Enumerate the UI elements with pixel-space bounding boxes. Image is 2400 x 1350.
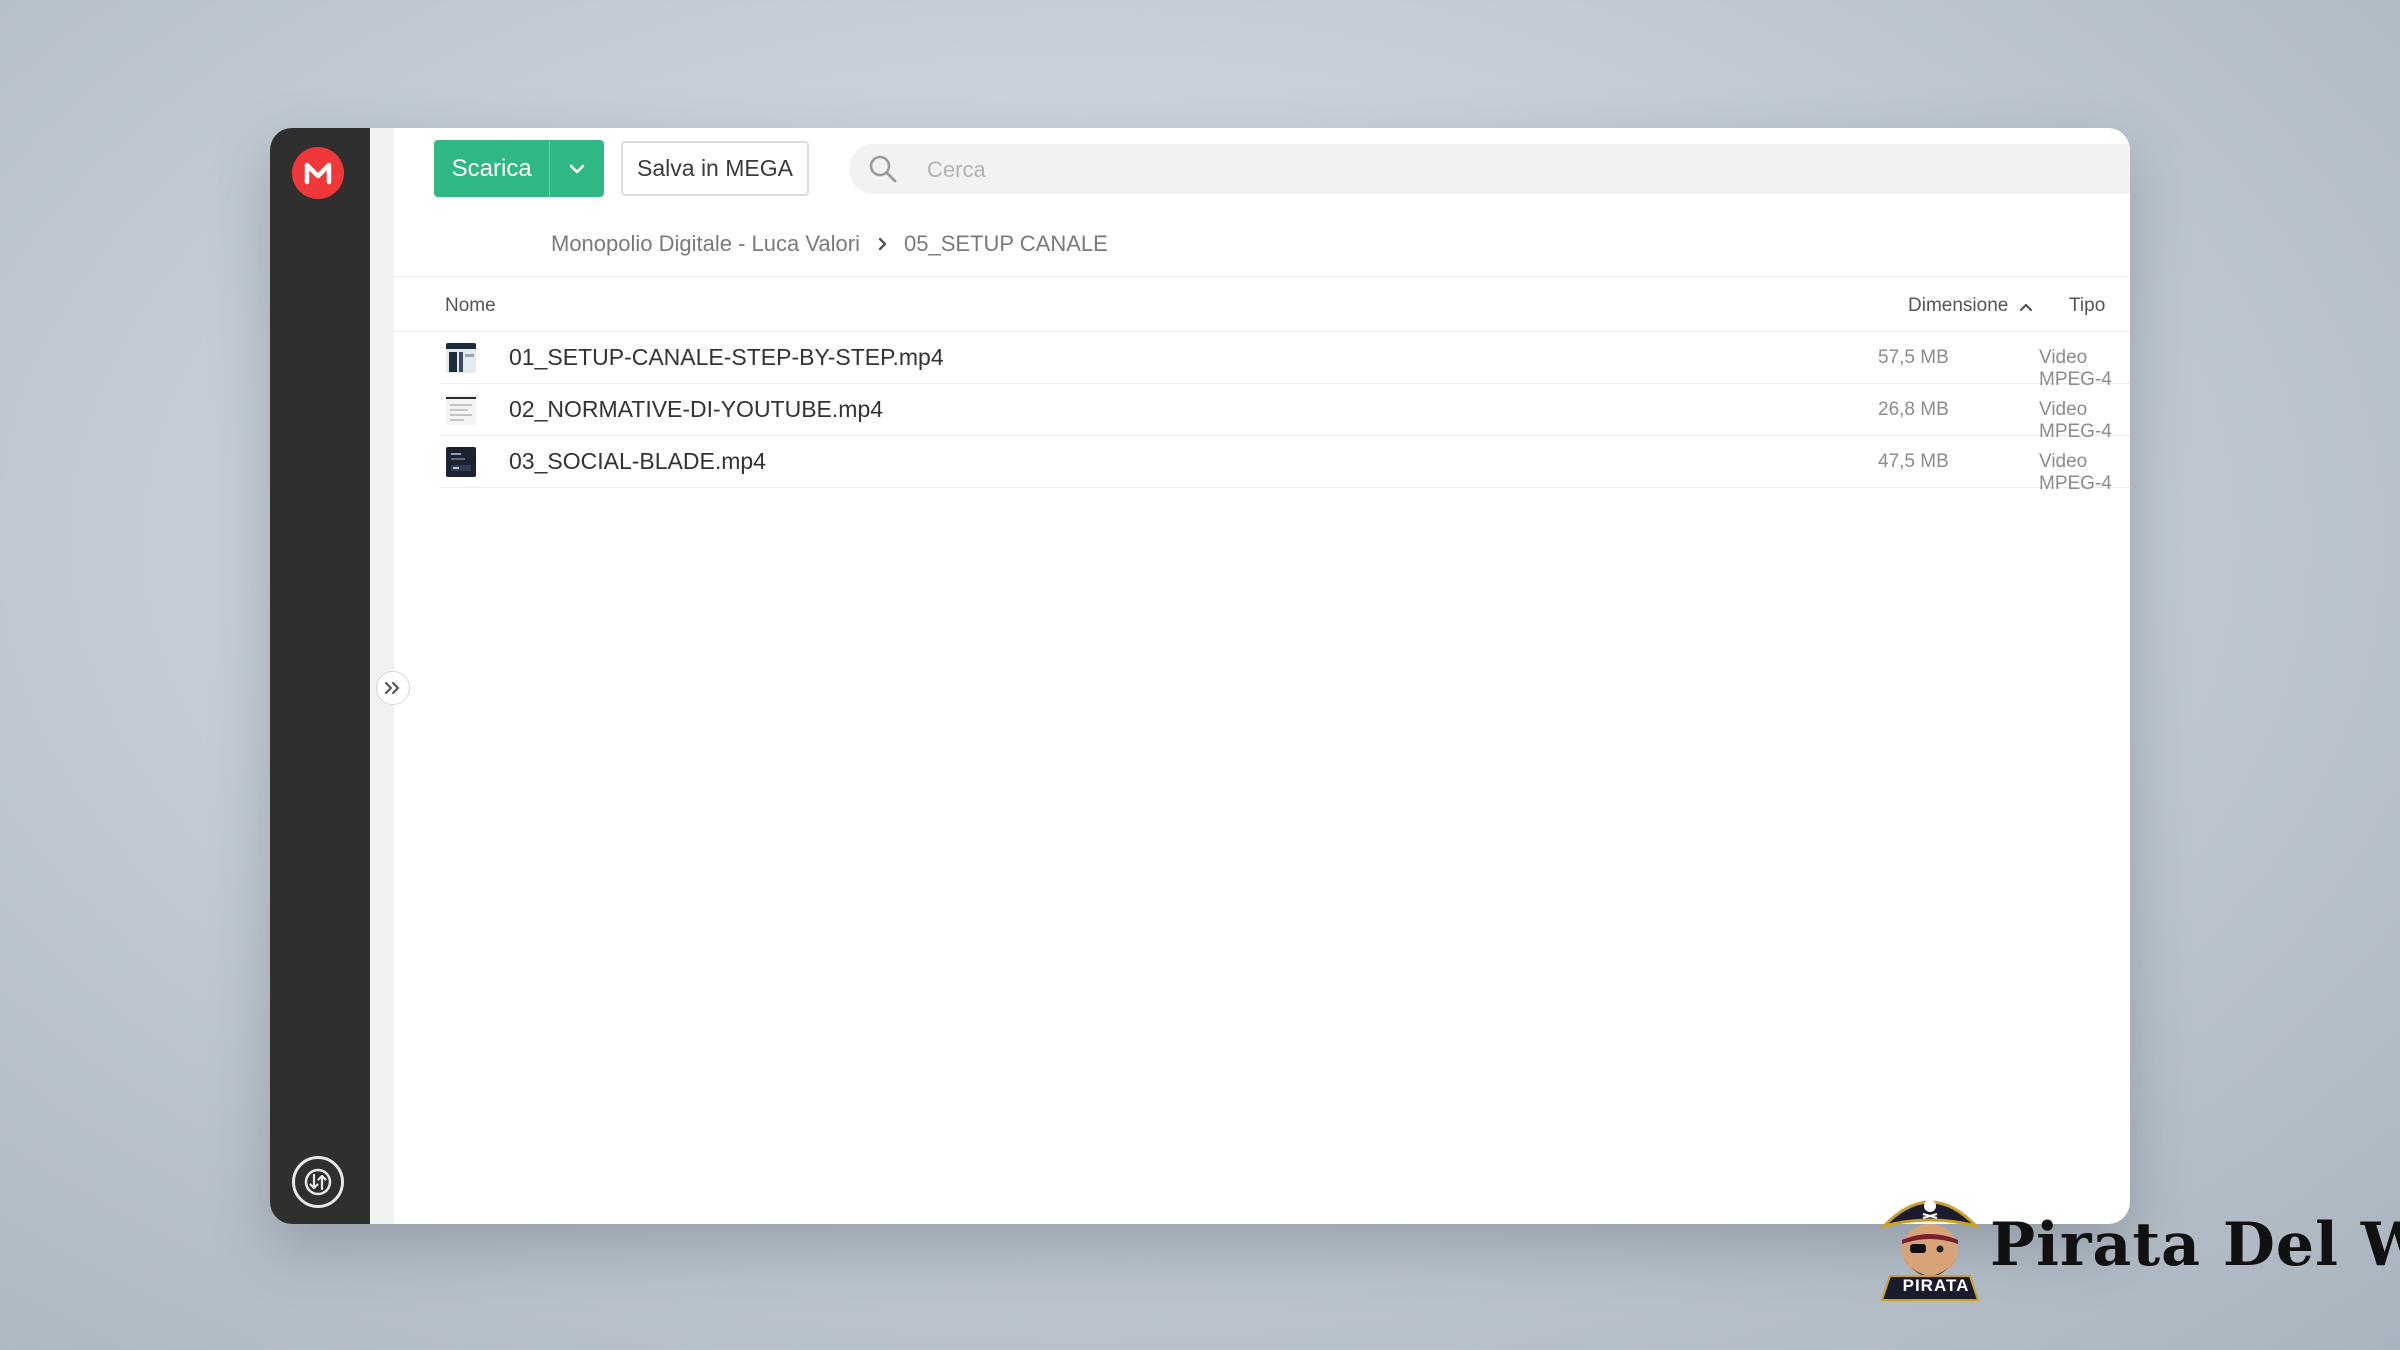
- file-size: 47,5 MB: [1878, 451, 1949, 472]
- sidebar: [270, 128, 370, 1224]
- watermark-badge: PIRATA: [1902, 1276, 1970, 1295]
- watermark: PIRATA Pirata Del Web: [1876, 1184, 2400, 1304]
- column-header-size[interactable]: Dimensione: [1908, 295, 2008, 317]
- table-header: Nome Dimensione Tipo: [394, 277, 2130, 332]
- table-row[interactable]: 03_SOCIAL-BLADE.mp4 47,5 MB Video MPEG-4: [440, 436, 2130, 494]
- column-header-type[interactable]: Tipo: [2069, 295, 2105, 317]
- sort-ascending-icon[interactable]: [2018, 299, 2034, 317]
- column-header-name[interactable]: Nome: [445, 295, 496, 317]
- save-to-mega-button[interactable]: Salva in MEGA: [621, 141, 809, 196]
- breadcrumb-item-current[interactable]: 05_SETUP CANALE: [904, 231, 1108, 257]
- video-thumbnail-icon: [446, 395, 476, 425]
- file-name[interactable]: 03_SOCIAL-BLADE.mp4: [509, 448, 766, 475]
- transfers-icon[interactable]: [292, 1156, 344, 1208]
- video-thumbnail-icon: [446, 343, 476, 373]
- breadcrumb-item-root[interactable]: Monopolio Digitale - Luca Valori: [551, 231, 860, 257]
- file-name[interactable]: 01_SETUP-CANALE-STEP-BY-STEP.mp4: [509, 344, 944, 371]
- mega-window: Scarica Salva in MEGA Monopolio Digitale…: [270, 128, 2130, 1224]
- expand-sidebar-icon[interactable]: [376, 671, 410, 705]
- watermark-text: Pirata Del Web: [1990, 1210, 2400, 1280]
- chevron-down-icon[interactable]: [549, 140, 604, 197]
- search-icon: [867, 153, 899, 190]
- search-input[interactable]: [925, 144, 2079, 196]
- table-row[interactable]: 01_SETUP-CANALE-STEP-BY-STEP.mp4 57,5 MB…: [440, 332, 2130, 390]
- file-name[interactable]: 02_NORMATIVE-DI-YOUTUBE.mp4: [509, 396, 883, 423]
- mega-logo-icon[interactable]: [292, 147, 344, 199]
- chevron-right-icon: [878, 236, 888, 252]
- download-button[interactable]: Scarica: [434, 140, 604, 197]
- search-bar[interactable]: [849, 144, 2130, 196]
- file-type: Video MPEG-4: [2039, 451, 2112, 494]
- video-thumbnail-icon: [446, 447, 476, 477]
- file-size: 26,8 MB: [1878, 399, 1949, 420]
- table-row[interactable]: 02_NORMATIVE-DI-YOUTUBE.mp4 26,8 MB Vide…: [440, 384, 2130, 442]
- breadcrumb: Monopolio Digitale - Luca Valori 05_SETU…: [551, 224, 1108, 264]
- download-button-label[interactable]: Scarica: [434, 140, 549, 197]
- file-size: 57,5 MB: [1878, 347, 1949, 368]
